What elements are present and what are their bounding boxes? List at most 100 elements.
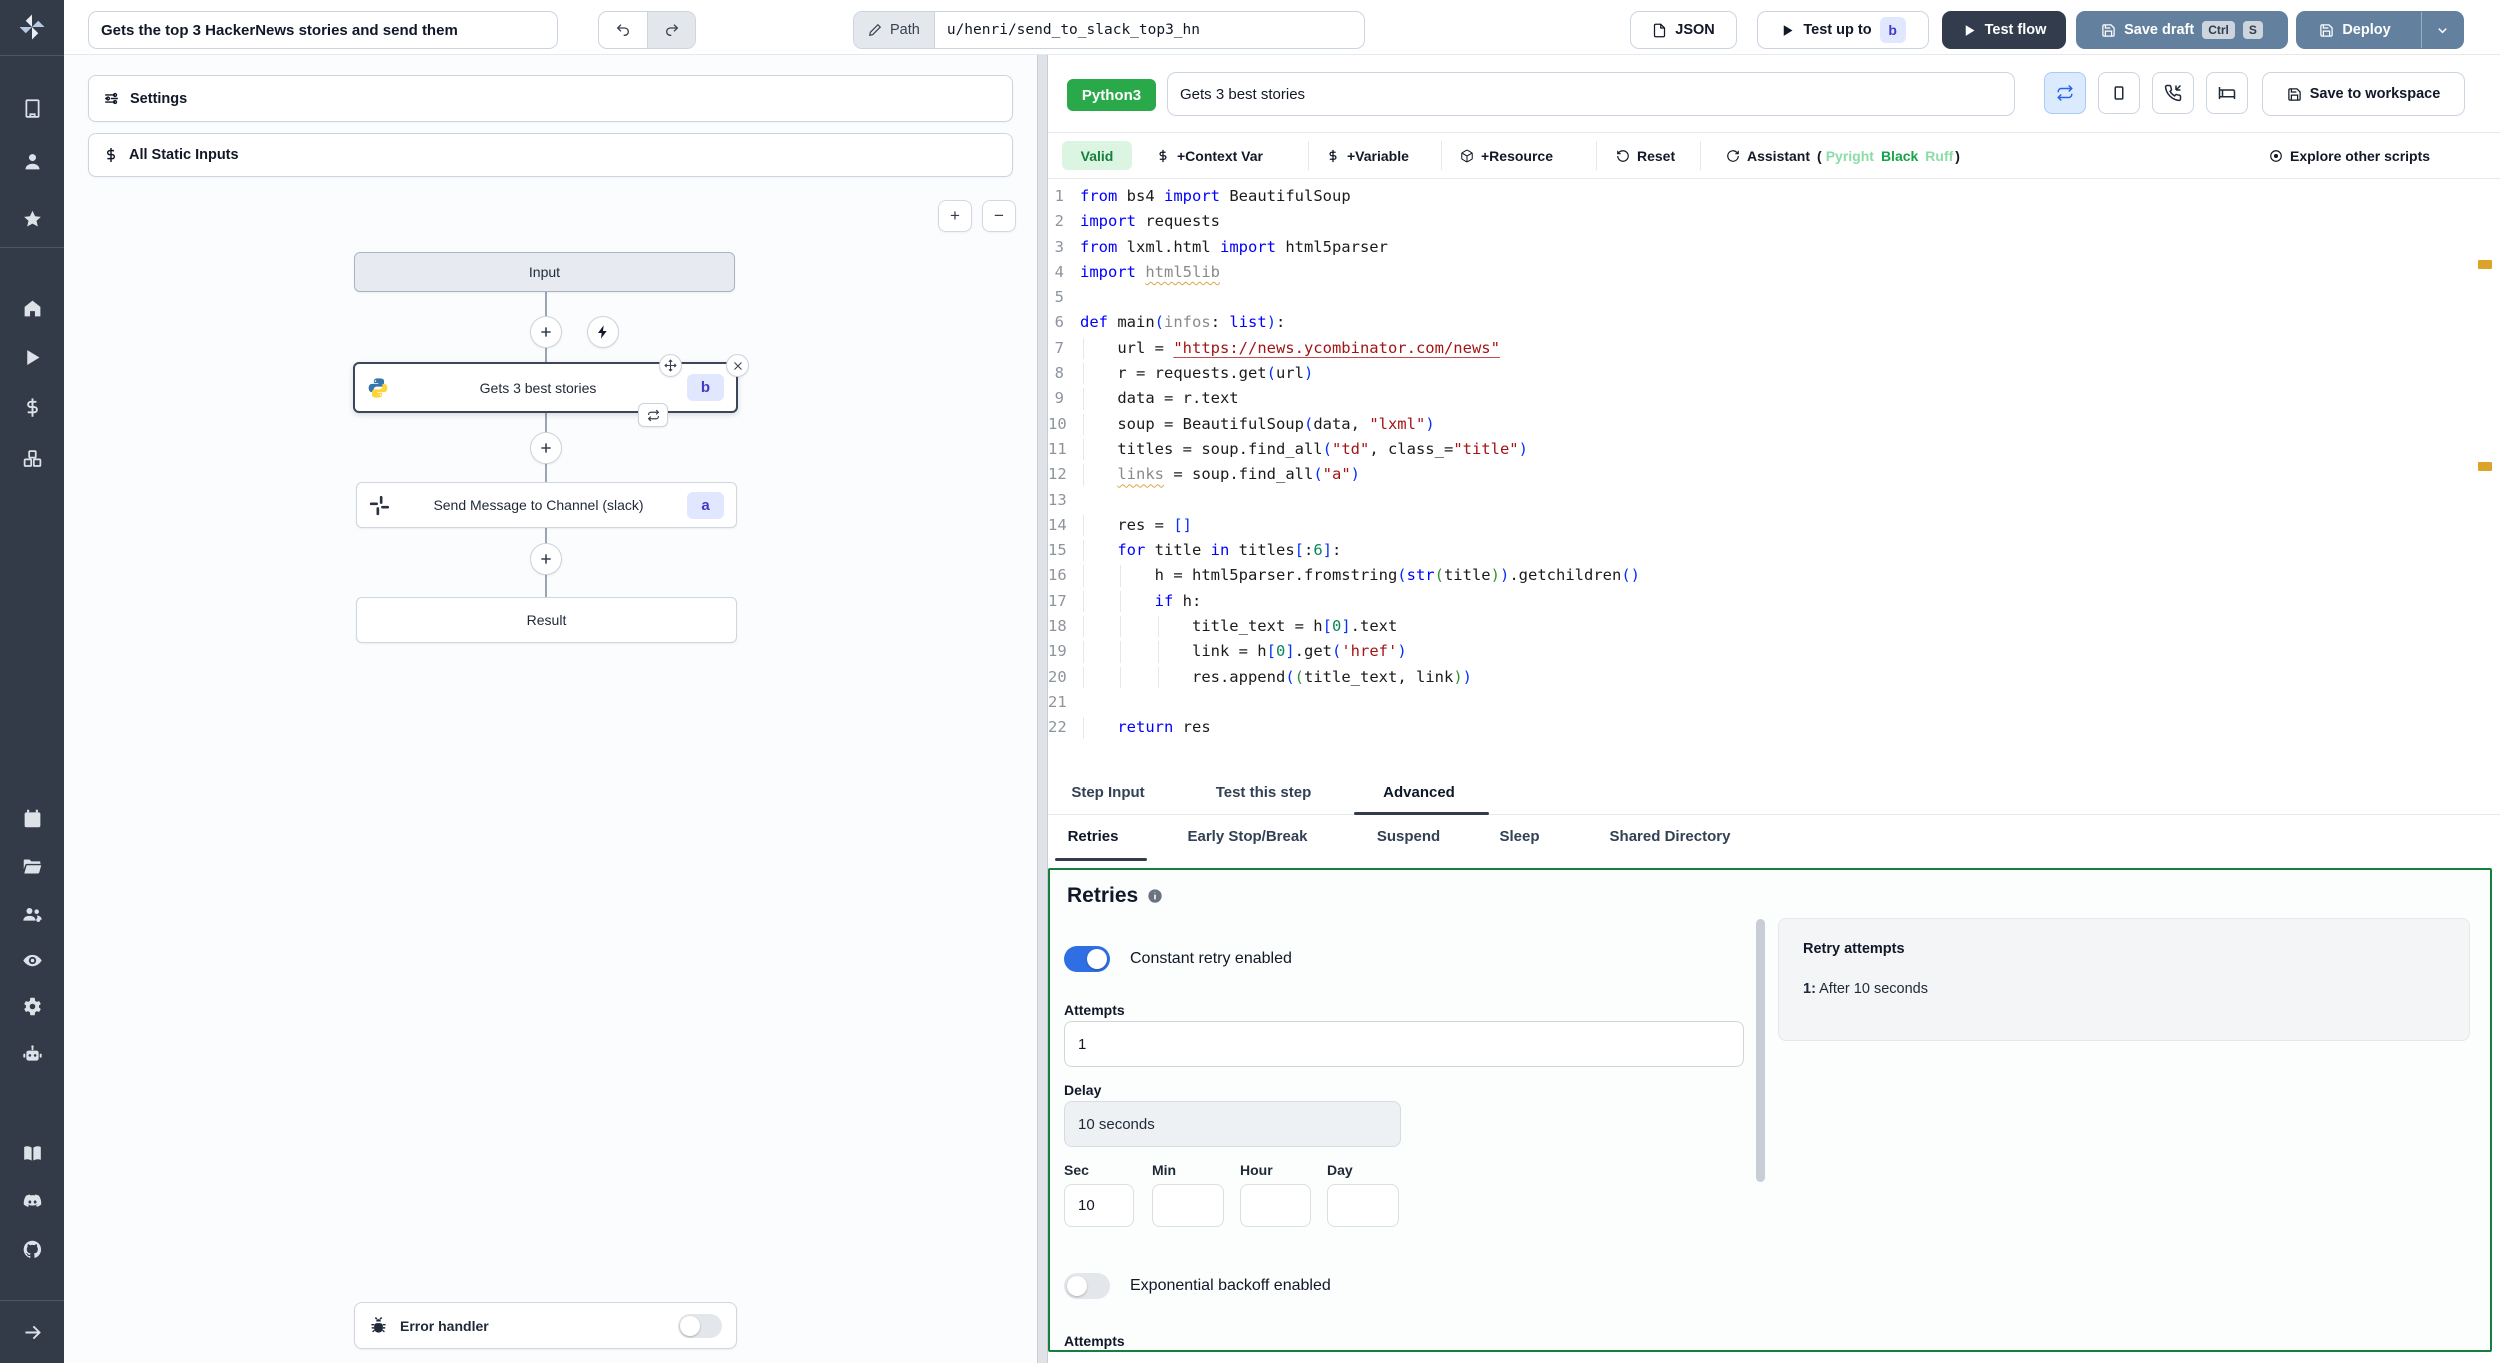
code-line: 1 from bs4 import BeautifulSoup <box>1048 184 2500 209</box>
explore-other-scripts-button[interactable]: Explore other scripts <box>2269 133 2430 178</box>
deploy-button[interactable]: Deploy <box>2297 12 2413 48</box>
subtab-retries[interactable]: Retries <box>1059 815 1127 858</box>
flow-title-input[interactable] <box>88 11 558 49</box>
variables-dollar-icon[interactable] <box>0 390 64 424</box>
workspace-building-icon[interactable] <box>0 91 64 125</box>
path-value[interactable]: u/henri/send_to_slack_top3_hn <box>935 12 1212 48</box>
resources-boxes-icon[interactable] <box>0 441 64 475</box>
delete-step-button[interactable] <box>726 354 749 377</box>
all-static-inputs-button[interactable]: All Static Inputs <box>88 133 1013 177</box>
min-input[interactable] <box>1152 1184 1224 1227</box>
exponential-backoff-toggle[interactable] <box>1064 1273 1110 1299</box>
subtab-sleep[interactable]: Sleep <box>1494 815 1545 858</box>
plus-icon <box>541 327 551 337</box>
play-icon <box>1965 24 1975 36</box>
file-json-icon <box>1654 23 1666 37</box>
add-context-var-button[interactable]: +Context Var <box>1156 133 1263 178</box>
path-label[interactable]: Path <box>854 12 935 48</box>
info-icon[interactable] <box>1147 888 1163 904</box>
suspend-button[interactable] <box>2152 72 2194 114</box>
deploy-dropdown-button[interactable] <box>2421 12 2463 48</box>
add-step-button[interactable] <box>530 432 562 464</box>
language-badge: Python3 <box>1067 79 1156 111</box>
subtab-shared-directory[interactable]: Shared Directory <box>1591 815 1749 858</box>
ai-bot-icon[interactable] <box>0 1037 64 1071</box>
audit-eye-icon[interactable] <box>0 943 64 977</box>
windmill-logo-icon[interactable] <box>0 10 64 44</box>
move-step-handle[interactable] <box>659 354 682 377</box>
plus-icon <box>541 443 551 453</box>
editor-header: Python3 Save to workspace <box>1048 55 2500 133</box>
zoom-out-button[interactable]: − <box>982 200 1016 232</box>
sec-input[interactable] <box>1064 1184 1134 1227</box>
retries-scrollbar[interactable] <box>1756 919 1765 1182</box>
test-flow-button[interactable]: Test flow <box>1942 11 2066 49</box>
line-number: 19 <box>1048 642 1067 661</box>
favorites-star-icon[interactable] <box>0 202 64 236</box>
user-icon[interactable] <box>0 144 64 178</box>
save-to-workspace-button[interactable]: Save to workspace <box>2262 72 2465 116</box>
line-number: 12 <box>1048 465 1067 484</box>
json-button[interactable]: JSON <box>1630 11 1737 49</box>
early-stop-button[interactable] <box>2098 72 2140 114</box>
save-icon <box>2102 23 2115 37</box>
line-number: 17 <box>1048 591 1067 610</box>
flow-settings-button[interactable]: Settings <box>88 75 1013 122</box>
assistant-black-status: Black <box>1880 147 1919 164</box>
home-icon[interactable] <box>0 291 64 325</box>
test-up-to-button[interactable]: Test up to b <box>1757 11 1929 49</box>
flow-panel: Settings All Static Inputs + − Input Get… <box>64 55 1037 1363</box>
flow-node-input[interactable]: Input <box>354 252 735 292</box>
retries-panel: Retries Constant retry enabled Attempts … <box>1048 868 2492 1352</box>
schedules-calendar-icon[interactable] <box>0 801 64 835</box>
tab-advanced[interactable]: Advanced <box>1372 771 1466 814</box>
flow-node-step-a[interactable]: Send Message to Channel (slack) a <box>356 482 737 528</box>
assistant-button[interactable]: Assistant ( Pyright Black Ruff ) <box>1726 133 1960 178</box>
trigger-bolt-button[interactable] <box>587 316 619 348</box>
day-input[interactable] <box>1327 1184 1399 1227</box>
add-step-button[interactable] <box>530 316 562 348</box>
discord-icon[interactable] <box>0 1184 64 1218</box>
error-handler-node[interactable]: Error handler <box>354 1302 737 1349</box>
code-editor[interactable]: 1 from bs4 import BeautifulSoup 2 import re… <box>1048 179 2500 771</box>
runs-play-icon[interactable] <box>0 340 64 374</box>
constant-retry-label: Constant retry enabled <box>1130 950 1292 967</box>
line-number: 4 <box>1054 262 1064 281</box>
collapse-arrow-icon[interactable] <box>0 1315 64 1349</box>
tab-test-this-step[interactable]: Test this step <box>1200 771 1327 814</box>
attempts-input[interactable] <box>1064 1021 1744 1067</box>
github-icon[interactable] <box>0 1232 64 1266</box>
tab-step-input[interactable]: Step Input <box>1059 771 1157 814</box>
retry-indicator-button[interactable] <box>638 403 668 427</box>
delay-input[interactable] <box>1064 1101 1401 1147</box>
code-line: 19 link = h[0].get('href') <box>1048 639 2500 664</box>
step-name-input[interactable] <box>1167 72 2015 116</box>
retry-toggle-button[interactable] <box>2044 72 2086 114</box>
reset-button[interactable]: Reset <box>1616 133 1675 178</box>
settings-gear-icon[interactable] <box>0 989 64 1023</box>
add-resource-button[interactable]: +Resource <box>1460 133 1553 178</box>
panel-resize-handle[interactable] <box>1037 55 1048 1363</box>
toolbar-divider <box>1441 141 1442 170</box>
error-handler-toggle[interactable] <box>678 1313 722 1338</box>
redo-button[interactable] <box>647 12 695 48</box>
sleep-button[interactable] <box>2206 72 2248 114</box>
save-draft-button[interactable]: Save draft Ctrl S <box>2076 11 2288 49</box>
hour-input[interactable] <box>1240 1184 1311 1227</box>
groups-users-icon[interactable] <box>0 897 64 931</box>
flow-node-result[interactable]: Result <box>356 597 737 643</box>
kbd-ctrl: Ctrl <box>2202 21 2235 39</box>
add-variable-button[interactable]: +Variable <box>1326 133 1409 178</box>
constant-retry-toggle[interactable] <box>1064 946 1110 972</box>
subtab-suspend[interactable]: Suspend <box>1369 815 1448 858</box>
docs-book-icon[interactable] <box>0 1136 64 1170</box>
zoom-in-button[interactable]: + <box>938 200 972 232</box>
undo-button[interactable] <box>599 12 647 48</box>
folders-icon[interactable] <box>0 849 64 883</box>
circle-dot-icon <box>2270 149 2282 162</box>
subtab-early-stop[interactable]: Early Stop/Break <box>1170 815 1325 858</box>
assistant-ruff-status: Ruff <box>1925 147 1954 164</box>
path-group: Path u/henri/send_to_slack_top3_hn <box>853 11 1365 49</box>
add-step-button[interactable] <box>530 543 562 575</box>
rotate-ccw-icon <box>1617 149 1629 162</box>
